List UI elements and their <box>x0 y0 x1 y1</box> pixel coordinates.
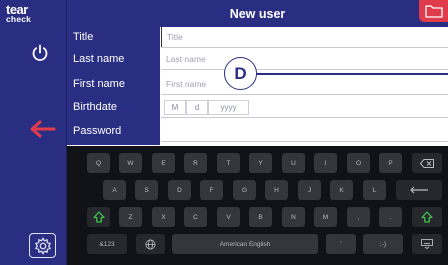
last-name-field-wrap <box>161 49 448 70</box>
key-i[interactable]: I <box>314 153 337 173</box>
apostrophe-key[interactable]: ' <box>326 234 356 254</box>
title-field-wrap <box>161 27 448 48</box>
key-n[interactable]: N <box>282 207 305 227</box>
key-period[interactable]: . <box>379 207 402 227</box>
folder-icon <box>424 5 443 18</box>
key-w[interactable]: W <box>119 153 142 173</box>
key-x[interactable]: X <box>152 207 175 227</box>
first-name-field-wrap <box>161 74 448 95</box>
annotation-line <box>256 73 448 75</box>
last-name-label: Last name <box>73 53 125 65</box>
settings-gear-icon <box>34 236 51 255</box>
title-input[interactable] <box>161 27 448 47</box>
key-a[interactable]: A <box>103 180 126 200</box>
shift-icon <box>421 211 433 223</box>
form-row-last-name: Last name <box>67 49 448 70</box>
birthdate-field-wrap: M d yyyy <box>161 97 448 118</box>
birthdate-year-input[interactable]: yyyy <box>208 100 249 115</box>
numbers-key[interactable]: &123 <box>87 234 127 254</box>
key-k[interactable]: K <box>330 180 353 200</box>
enter-icon <box>410 186 428 194</box>
last-name-input[interactable] <box>161 49 448 69</box>
key-c[interactable]: C <box>184 207 207 227</box>
first-name-input[interactable] <box>161 74 448 94</box>
key-comma[interactable]: , <box>347 207 370 227</box>
logo-line-1: tear <box>6 2 28 17</box>
backspace-icon <box>420 158 434 168</box>
settings-button[interactable] <box>29 233 56 258</box>
space-key[interactable]: American English <box>172 234 318 254</box>
key-j[interactable]: J <box>298 180 321 200</box>
shift-key-right[interactable] <box>412 207 442 227</box>
language-key[interactable] <box>136 234 165 254</box>
key-p[interactable]: P <box>379 153 402 173</box>
globe-icon <box>145 239 156 249</box>
hide-keyboard-key[interactable] <box>412 234 442 254</box>
onscreen-keyboard: Q W E R T Y U I O P A S D F G H J K L Z … <box>67 146 448 265</box>
form-row-first-name: First name <box>67 74 448 95</box>
birthdate-month-input[interactable]: M <box>164 100 186 115</box>
key-q[interactable]: Q <box>87 153 110 173</box>
key-r[interactable]: R <box>184 153 207 173</box>
first-name-label: First name <box>73 78 125 90</box>
enter-key[interactable] <box>396 180 442 200</box>
form-row-password: Password <box>67 121 448 142</box>
key-g[interactable]: G <box>233 180 256 200</box>
power-icon[interactable] <box>30 43 50 63</box>
back-arrow-icon[interactable] <box>28 119 56 139</box>
key-o[interactable]: O <box>347 153 370 173</box>
key-u[interactable]: U <box>282 153 305 173</box>
tearcheck-logo: tear check <box>6 2 32 24</box>
key-v[interactable]: V <box>217 207 240 227</box>
annotation-badge: D <box>224 57 257 90</box>
folder-button[interactable] <box>419 0 448 22</box>
tearcheck-screen: tear check New user Title Title Last nam… <box>0 0 448 265</box>
password-label: Password <box>73 125 122 137</box>
key-l[interactable]: L <box>363 180 386 200</box>
header-bar: New user <box>67 0 448 27</box>
key-f[interactable]: F <box>200 180 223 200</box>
shift-key-left[interactable] <box>87 207 110 227</box>
title-label: Title <box>73 31 94 43</box>
password-input[interactable] <box>161 121 448 141</box>
key-e[interactable]: E <box>152 153 175 173</box>
backspace-key[interactable] <box>412 153 442 173</box>
user-form: Title Last name First name Birthdate M d… <box>67 27 448 145</box>
logo-line-2: check <box>6 14 32 24</box>
key-z[interactable]: Z <box>119 207 142 227</box>
key-h[interactable]: H <box>265 180 288 200</box>
form-row-title: Title <box>67 27 448 48</box>
key-s[interactable]: S <box>135 180 158 200</box>
shift-icon <box>92 211 105 223</box>
page-title: New user <box>229 7 286 21</box>
form-row-birthdate: Birthdate M d yyyy <box>67 97 448 118</box>
birthdate-day-input[interactable]: d <box>186 100 208 115</box>
password-field-wrap <box>161 121 448 142</box>
key-t[interactable]: T <box>217 153 240 173</box>
key-d[interactable]: D <box>168 180 191 200</box>
key-y[interactable]: Y <box>249 153 272 173</box>
key-m[interactable]: M <box>314 207 337 227</box>
left-sidebar: tear check <box>0 0 67 265</box>
smiley-key[interactable]: :-) <box>363 234 403 254</box>
birthdate-label: Birthdate <box>73 101 118 113</box>
keyboard-hide-icon <box>421 239 433 249</box>
key-b[interactable]: B <box>249 207 272 227</box>
